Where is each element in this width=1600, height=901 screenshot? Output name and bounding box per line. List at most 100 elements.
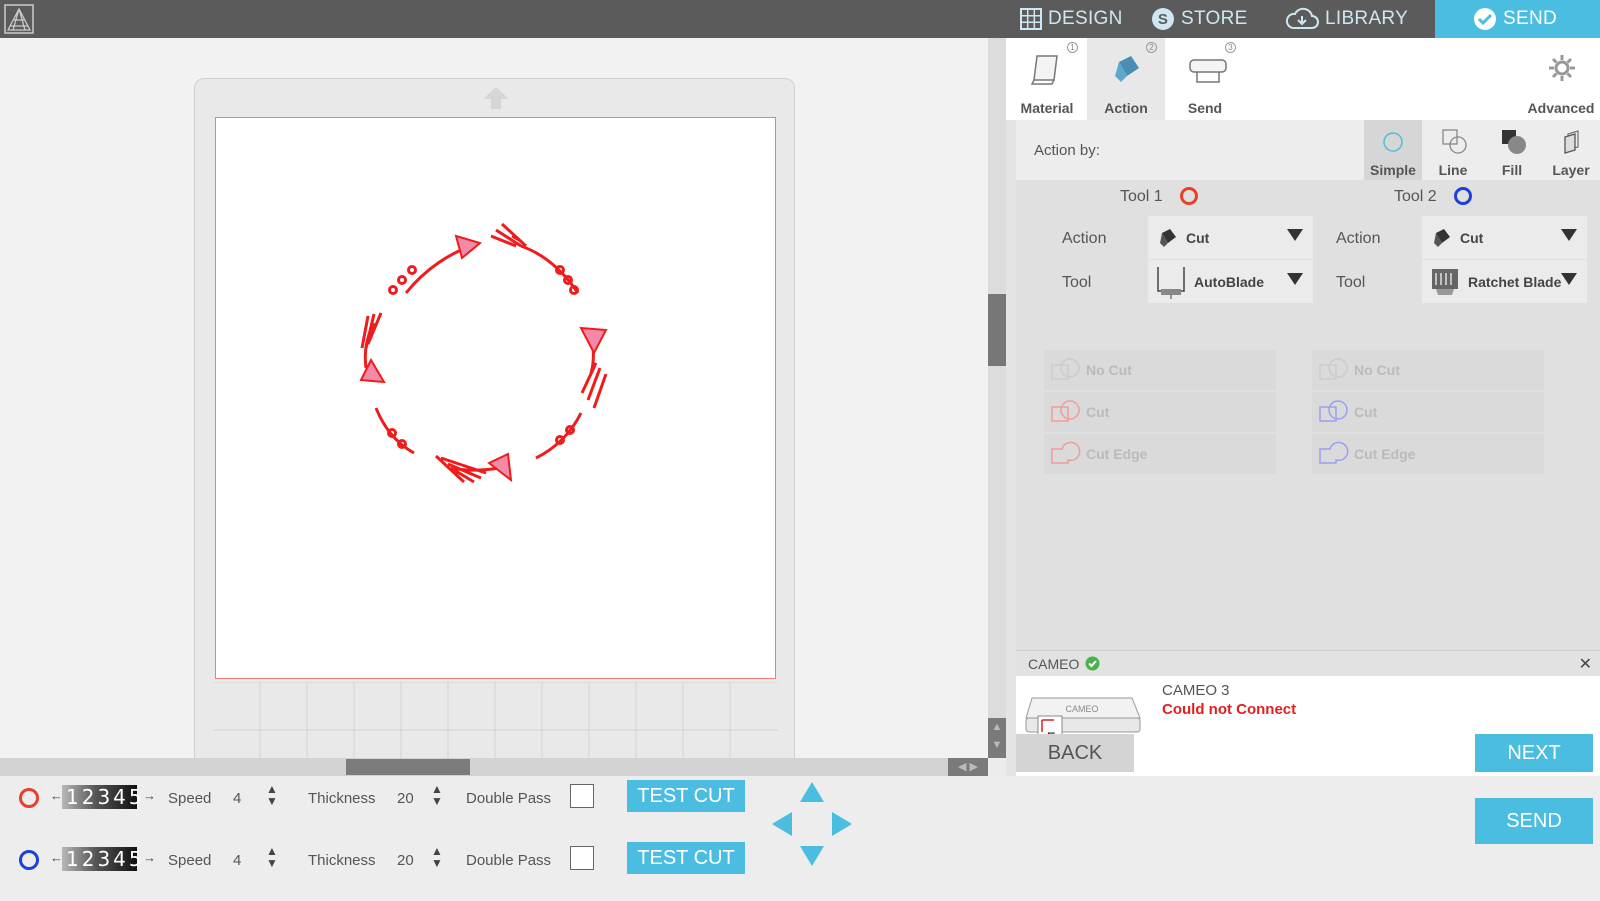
right-arrow-icon[interactable]: → [143, 788, 156, 803]
line-shapes-icon [1442, 129, 1467, 154]
tool-2-option-cut-edge[interactable]: Cut Edge [1312, 434, 1544, 474]
tab-store-label: STORE [1181, 8, 1248, 29]
mode-line[interactable]: Line [1424, 120, 1482, 180]
chevron-down-icon [1287, 229, 1303, 241]
app-logo-icon[interactable] [4, 4, 34, 34]
blade-icon [1115, 56, 1139, 82]
cut-edge-icon [1051, 441, 1081, 464]
tool-2-option-label: Cut [1354, 404, 1378, 420]
tool-2-option-cut[interactable]: Cut [1312, 392, 1544, 432]
mode-fill-label: Fill [1501, 162, 1523, 178]
tool-2-tool-value: Ratchet Blade [1468, 273, 1562, 290]
layers-icon [1564, 130, 1579, 154]
advanced-button[interactable]: Advanced [1522, 38, 1600, 120]
right-arrow-icon[interactable]: → [143, 850, 156, 865]
jog-right-icon[interactable] [832, 812, 852, 836]
circle-outline-icon [1383, 132, 1403, 152]
tool-1-color-indicator [19, 788, 39, 808]
arrow-circle-design[interactable] [216, 118, 774, 677]
svg-text:S: S [1158, 11, 1168, 28]
jog-up-icon[interactable] [800, 782, 824, 802]
test-cut-button[interactable]: TEST CUT [627, 842, 745, 874]
tool-2-number-strip[interactable]: 12345 [62, 847, 142, 871]
speed-label: Speed [168, 852, 212, 869]
tab-send[interactable]: SEND [1435, 0, 1600, 38]
speed-stepper[interactable]: ▲ ▼ [266, 783, 278, 807]
tool-1-number-strip[interactable]: 12345 [62, 785, 142, 809]
tool-2-color-indicator [1454, 187, 1472, 205]
test-cut-button[interactable]: TEST CUT [627, 780, 745, 812]
tool-1-tool-value: AutoBlade [1194, 273, 1264, 290]
design-canvas[interactable] [0, 38, 988, 759]
test-cut-bar: ← 12345 → Speed 4 ▲ ▼ Thickness 20 ▲ ▼ Dou… [0, 776, 1600, 901]
tool-2-test-row: ← 12345 → Speed 4 ▲ ▼ Thickness 20 ▲ ▼ Dou… [0, 842, 760, 882]
thickness-stepper[interactable]: ▲ ▼ [431, 783, 443, 807]
tool-1-option-cut[interactable]: Cut [1044, 392, 1276, 432]
tool-1-option-no-cut[interactable]: No Cut [1044, 350, 1276, 390]
send-button[interactable]: SEND [1475, 798, 1593, 844]
tool-2-tool-label: Tool [1336, 274, 1366, 291]
tab-design[interactable]: DESIGN [988, 0, 1143, 38]
send-panel: 1 Material 2 Action 3 Send Advanced Acti… [1006, 38, 1600, 776]
back-button[interactable]: BACK [1016, 734, 1134, 772]
send-steps: 1 Material 2 Action 3 Send Advanced [1006, 38, 1600, 120]
feed-direction-arrow-icon [483, 87, 509, 109]
double-pass-label: Double Pass [466, 852, 552, 869]
speed-input[interactable]: 4 [233, 852, 241, 869]
tool-1-tool-dropdown[interactable]: AutoBlade [1148, 260, 1313, 303]
tool-1-action-label: Action [1062, 230, 1107, 247]
thickness-stepper[interactable]: ▲ ▼ [431, 845, 443, 869]
tool-1-tool-label: Tool [1062, 274, 1092, 291]
tool-1-option-cut-edge[interactable]: Cut Edge [1044, 434, 1276, 474]
cut-edge-icon [1319, 441, 1349, 464]
horizontal-scroll-thumb[interactable] [346, 759, 470, 775]
thickness-label: Thickness [308, 852, 376, 869]
close-icon[interactable]: ✕ [1579, 654, 1592, 674]
step-send[interactable]: 3 Send [1166, 38, 1244, 120]
tool-1-action-dropdown[interactable]: Cut [1148, 216, 1313, 259]
tab-send-label: SEND [1503, 8, 1557, 29]
tab-store[interactable]: S STORE [1143, 0, 1283, 38]
tool-2-title: Tool 2 [1394, 188, 1437, 205]
speed-input[interactable]: 4 [233, 790, 241, 807]
store-s-icon: S [1152, 8, 1174, 30]
jog-down-icon[interactable] [800, 846, 824, 866]
horizontal-scroll-arrows[interactable]: ◀ ▶ [948, 758, 988, 776]
speed-stepper[interactable]: ▲ ▼ [266, 845, 278, 869]
double-pass-checkbox[interactable] [570, 784, 594, 808]
cut-shapes-icon [1319, 400, 1348, 422]
thickness-input[interactable]: 20 [397, 852, 414, 869]
double-pass-checkbox[interactable] [570, 846, 594, 870]
tool-1-test-row: ← 12345 → Speed 4 ▲ ▼ Thickness 20 ▲ ▼ Dou… [0, 780, 760, 820]
step-action[interactable]: 2 Action [1087, 38, 1165, 120]
action-by-row: Action by: Simple Line Fill Layer [1016, 120, 1600, 180]
horizontal-scrollbar[interactable]: ◀ ▶ [0, 758, 988, 776]
speed-label: Speed [168, 790, 212, 807]
step-material[interactable]: 1 Material [1008, 38, 1086, 120]
next-button[interactable]: NEXT [1475, 734, 1593, 772]
vertical-scrollbar[interactable]: ▲ ▼ [988, 38, 1006, 758]
jog-left-icon[interactable] [772, 812, 792, 836]
tool-2-option-no-cut[interactable]: No Cut [1312, 350, 1544, 390]
mat-grid [213, 682, 778, 759]
mode-fill[interactable]: Fill [1483, 120, 1541, 180]
chevron-down-icon [1561, 229, 1577, 241]
gear-icon [1549, 55, 1575, 81]
device-header-label: CAMEO [1028, 656, 1080, 672]
tool-2-color-indicator [19, 850, 39, 870]
tool-2-tool-dropdown[interactable]: Ratchet Blade [1422, 260, 1587, 303]
vertical-scroll-arrows[interactable]: ▲ ▼ [988, 718, 1006, 758]
tab-design-label: DESIGN [1048, 8, 1123, 29]
mode-layer[interactable]: Layer [1542, 120, 1600, 180]
step-send-label: Send [1187, 100, 1223, 116]
cut-shapes-icon [1051, 400, 1080, 422]
checkmark-circle-icon [1474, 8, 1496, 30]
tool-2-action-dropdown[interactable]: Cut [1422, 216, 1587, 259]
tab-library[interactable]: LIBRARY [1283, 0, 1435, 38]
step-action-label: Action [1104, 100, 1148, 116]
fill-shapes-icon [1502, 130, 1526, 154]
thickness-input[interactable]: 20 [397, 790, 414, 807]
mode-simple[interactable]: Simple [1364, 120, 1422, 180]
tool-1-option-label: Cut [1086, 404, 1110, 420]
vertical-scroll-thumb[interactable] [988, 294, 1006, 366]
